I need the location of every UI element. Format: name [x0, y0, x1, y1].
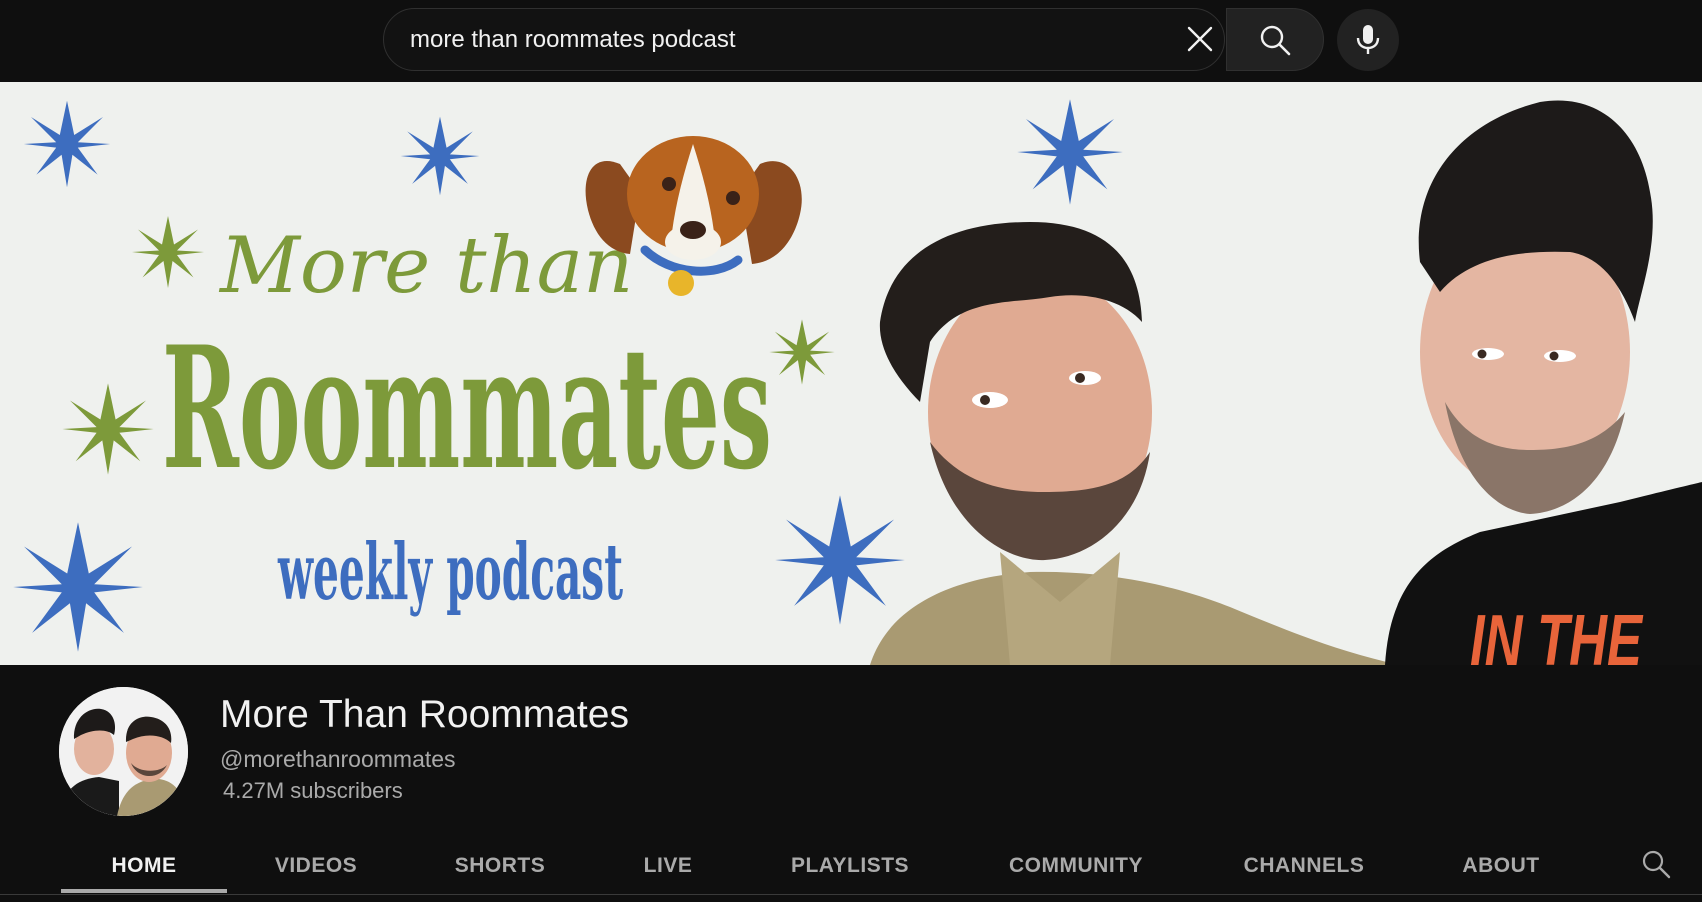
tab-shorts[interactable]: SHORTS — [437, 835, 563, 897]
search-icon — [1642, 850, 1671, 879]
banner-artwork: More than Roommates weekly podcast IN TH… — [13, 99, 1702, 665]
search-box — [383, 8, 1225, 71]
microphone-icon — [1356, 25, 1380, 54]
channel-name: More Than Roommates — [220, 693, 629, 736]
tab-videos[interactable]: VIDEOS — [252, 835, 380, 897]
voice-search-button[interactable] — [1337, 9, 1399, 71]
avatar-image — [59, 687, 188, 816]
tab-home[interactable]: HOME — [61, 835, 227, 897]
active-tab-indicator — [61, 889, 227, 893]
search-button[interactable] — [1226, 8, 1324, 71]
shirt-text: IN THE — [1470, 601, 1643, 665]
channel-banner: More than Roommates weekly podcast IN TH… — [0, 82, 1702, 665]
host-photo-right: IN THE — [1385, 100, 1702, 665]
channel-tabs: HOME VIDEOS SHORTS LIVE PLAYLISTS COMMUN… — [0, 835, 1702, 897]
logo-script-text: More than — [218, 221, 633, 311]
tab-about[interactable]: ABOUT — [1450, 835, 1552, 897]
tabs-divider — [0, 894, 1702, 895]
subscriber-count: 4.27M subscribers — [223, 778, 403, 803]
channel-search-button[interactable] — [1630, 835, 1682, 893]
tab-playlists[interactable]: PLAYLISTS — [778, 835, 922, 897]
clear-search-button[interactable] — [1168, 14, 1232, 64]
channel-handle: @morethanroommates — [220, 746, 456, 772]
search-icon — [1260, 25, 1291, 55]
tab-channels[interactable]: CHANNELS — [1235, 835, 1373, 897]
close-icon — [1187, 26, 1213, 52]
tab-live[interactable]: LIVE — [623, 835, 713, 897]
host-photo-left — [870, 222, 1400, 665]
masthead — [0, 0, 1702, 82]
tab-community[interactable]: COMMUNITY — [993, 835, 1159, 897]
channel-avatar[interactable] — [59, 687, 188, 816]
tagline-text: weekly podcast — [277, 527, 623, 618]
logo-title-text: Roommates — [162, 309, 772, 507]
search-input[interactable] — [410, 9, 1110, 70]
